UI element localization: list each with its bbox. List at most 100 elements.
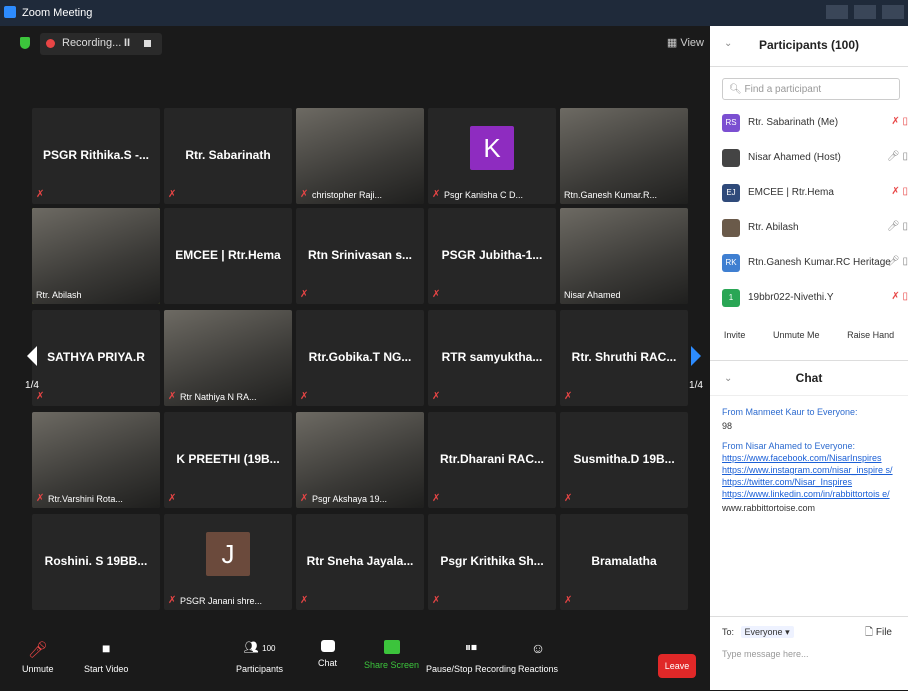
- participant-tile[interactable]: ✗ christopher Raji...: [296, 108, 424, 204]
- participant-tile[interactable]: Rtr.Dharani RAC... ✗: [428, 412, 556, 508]
- participant-tile[interactable]: PSGR Rithika.S -... ✗: [32, 108, 160, 204]
- leave-button[interactable]: Leave: [658, 654, 696, 678]
- record-dot-icon: [46, 39, 55, 48]
- recording-label: Recording...: [62, 37, 122, 49]
- participant-tile[interactable]: Rtr.Gobika.T NG... ✗: [296, 310, 424, 406]
- participant-list-avatar: [722, 219, 740, 237]
- recipient-value: Everyone: [744, 627, 783, 637]
- participant-tile[interactable]: Bramalatha ✗: [560, 514, 688, 610]
- pause-stop-recording-label: Pause/Stop Recording: [426, 664, 517, 674]
- chat-link[interactable]: https://www.instagram.com/nisar_inspire …: [722, 464, 904, 476]
- participant-avatar: J: [206, 532, 250, 576]
- participant-tile[interactable]: SATHYA PRIYA.R ✗: [32, 310, 160, 406]
- participant-list-avatar: 1: [722, 289, 740, 307]
- pause-stop-recording-button[interactable]: ⏸⏹ Pause/Stop Recording: [426, 640, 516, 674]
- view-button[interactable]: ▦ View: [667, 36, 704, 49]
- participant-tile[interactable]: RTR samyuktha... ✗: [428, 310, 556, 406]
- muted-mic-icon: ✗: [300, 189, 309, 200]
- participant-tile[interactable]: Nisar Ahamed: [560, 208, 688, 304]
- participant-tile[interactable]: K PREETHI (19B... ✗: [164, 412, 292, 508]
- minimize-button[interactable]: [826, 5, 848, 19]
- share-screen-button[interactable]: Share Screen: [364, 640, 419, 670]
- participant-tile[interactable]: ✗ Rtr.Varshini Rota...: [32, 412, 160, 508]
- participant-row[interactable]: Rtr. Abilash 🎤︎ ▯: [722, 217, 908, 239]
- arrow-left-icon: [27, 346, 37, 366]
- participants-header: ⌄ Participants (100): [710, 26, 908, 67]
- chat-button[interactable]: Chat: [318, 640, 337, 668]
- participant-tile[interactable]: Rtr. Abilash: [32, 208, 160, 304]
- raise-hand-button[interactable]: Raise Hand: [847, 322, 894, 348]
- zoom-app-icon: [4, 6, 16, 18]
- participant-tile[interactable]: J ✗ PSGR Janani shre...: [164, 514, 292, 610]
- window-title: Zoom Meeting: [22, 7, 93, 19]
- chat-link[interactable]: https://twitter.com/Nisar_Inspires: [722, 476, 904, 488]
- unmute-button[interactable]: 🎤︎ Unmute: [22, 640, 54, 674]
- close-button[interactable]: [882, 5, 904, 19]
- recipient-dropdown[interactable]: Everyone ▾: [740, 626, 794, 638]
- participant-name: EMCEE | Rtr.Hema: [175, 248, 281, 262]
- participant-status-icons: ✗ ▯: [891, 116, 908, 127]
- chat-text: www.rabbittortoise.com: [722, 503, 816, 513]
- participant-row[interactable]: EJ EMCEE | Rtr.Hema ✗ ▯: [722, 182, 908, 204]
- participant-name: PSGR Rithika.S -...: [42, 148, 150, 162]
- recording-indicator: Recording... II: [40, 33, 162, 55]
- participant-avatar: K: [470, 126, 514, 170]
- participant-row[interactable]: RK Rtn.Ganesh Kumar.RC Heritage 🎤︎ ▯: [722, 252, 908, 274]
- participant-tile[interactable]: ✗ Rtr Nathiya N RA...: [164, 310, 292, 406]
- participant-tile[interactable]: Rtn Srinivasan s... ✗: [296, 208, 424, 304]
- security-shield-icon[interactable]: [20, 37, 30, 49]
- chat-bubble-icon: [320, 640, 335, 652]
- start-video-button[interactable]: ■ Start Video: [84, 640, 128, 674]
- participant-list-name: Nisar Ahamed (Host): [748, 152, 841, 163]
- participant-tile[interactable]: Rtn.Ganesh Kumar.R...: [560, 108, 688, 204]
- participant-label: Psgr Kanisha C D...: [444, 190, 524, 200]
- participant-list-name: 19bbr022-Nivethi.Y: [748, 292, 834, 303]
- reactions-button[interactable]: ☺︎ Reactions: [518, 640, 558, 674]
- participant-tile[interactable]: EMCEE | Rtr.Hema: [164, 208, 292, 304]
- chat-recipient: To: Everyone ▾: [722, 626, 794, 638]
- chat-composer: To: Everyone ▾ 🗋 File Type message here.…: [710, 616, 908, 691]
- participant-search-input[interactable]: 🔍︎ Find a participant: [722, 78, 900, 100]
- start-video-label: Start Video: [84, 664, 129, 674]
- search-placeholder: Find a participant: [744, 84, 822, 95]
- participant-row[interactable]: Nisar Ahamed (Host) 🎤︎ ▯: [722, 147, 908, 169]
- chat-message-input[interactable]: Type message here...: [722, 649, 809, 659]
- muted-mic-icon: ✗: [168, 391, 177, 402]
- file-button[interactable]: 🗋 File: [865, 625, 892, 642]
- participant-tile[interactable]: Roshini. S 19BB...: [32, 514, 160, 610]
- participant-tile[interactable]: K ✗ Psgr Kanisha C D...: [428, 108, 556, 204]
- participant-name: Rtr.Dharani RAC...: [439, 452, 544, 466]
- participant-tile[interactable]: Susmitha.D 19B... ✗: [560, 412, 688, 508]
- unmute-me-button[interactable]: Unmute Me: [773, 322, 820, 348]
- muted-mic-icon: ✗: [300, 595, 309, 606]
- participant-label: Rtr.Varshini Rota...: [48, 494, 123, 504]
- participants-icon: 👥︎ 100: [243, 640, 276, 654]
- chat-label: Chat: [318, 658, 338, 668]
- participant-label: Rtr. Abilash: [36, 290, 82, 300]
- stop-recording-button[interactable]: [144, 40, 151, 47]
- chat-link[interactable]: https://www.facebook.com/NisarInspires: [722, 452, 904, 464]
- invite-button[interactable]: Invite: [724, 322, 746, 348]
- participant-tile[interactable]: Rtr Sneha Jayala... ✗: [296, 514, 424, 610]
- participant-list-name: EMCEE | Rtr.Hema: [748, 187, 834, 198]
- participant-row[interactable]: RS Rtr. Sabarinath (Me) ✗ ▯: [722, 112, 908, 134]
- chat-link[interactable]: https://www.linkedin.com/in/rabbittortoi…: [722, 488, 904, 500]
- participant-tile[interactable]: Rtr. Shruthi RAC... ✗: [560, 310, 688, 406]
- page-indicator-left: 1/4: [25, 380, 39, 391]
- pause-recording-button[interactable]: II: [124, 37, 130, 49]
- participant-name: RTR samyuktha...: [441, 350, 543, 364]
- participant-tile[interactable]: PSGR Jubitha-1... ✗: [428, 208, 556, 304]
- participant-tile[interactable]: Psgr Krithika Sh... ✗: [428, 514, 556, 610]
- participant-row[interactable]: 1 19bbr022-Nivethi.Y ✗ ▯: [722, 287, 908, 309]
- participant-label: christopher Raji...: [312, 190, 383, 200]
- participants-button[interactable]: 👥︎ 100 Participants: [236, 640, 283, 674]
- maximize-button[interactable]: [854, 5, 876, 19]
- reactions-icon: ☺︎: [530, 640, 546, 656]
- participant-name: Rtr.Gobika.T NG...: [308, 350, 412, 364]
- prev-page-button[interactable]: 1/4: [22, 346, 42, 396]
- participant-tile[interactable]: Rtr. Sabarinath ✗: [164, 108, 292, 204]
- participant-tile[interactable]: ✗ Psgr Akshaya 19...: [296, 412, 424, 508]
- muted-mic-icon: ✗: [168, 189, 177, 200]
- next-page-button[interactable]: 1/4: [686, 346, 706, 396]
- video-gallery: Recording... II ▦ View PSGR Rithika.S -.…: [0, 26, 710, 690]
